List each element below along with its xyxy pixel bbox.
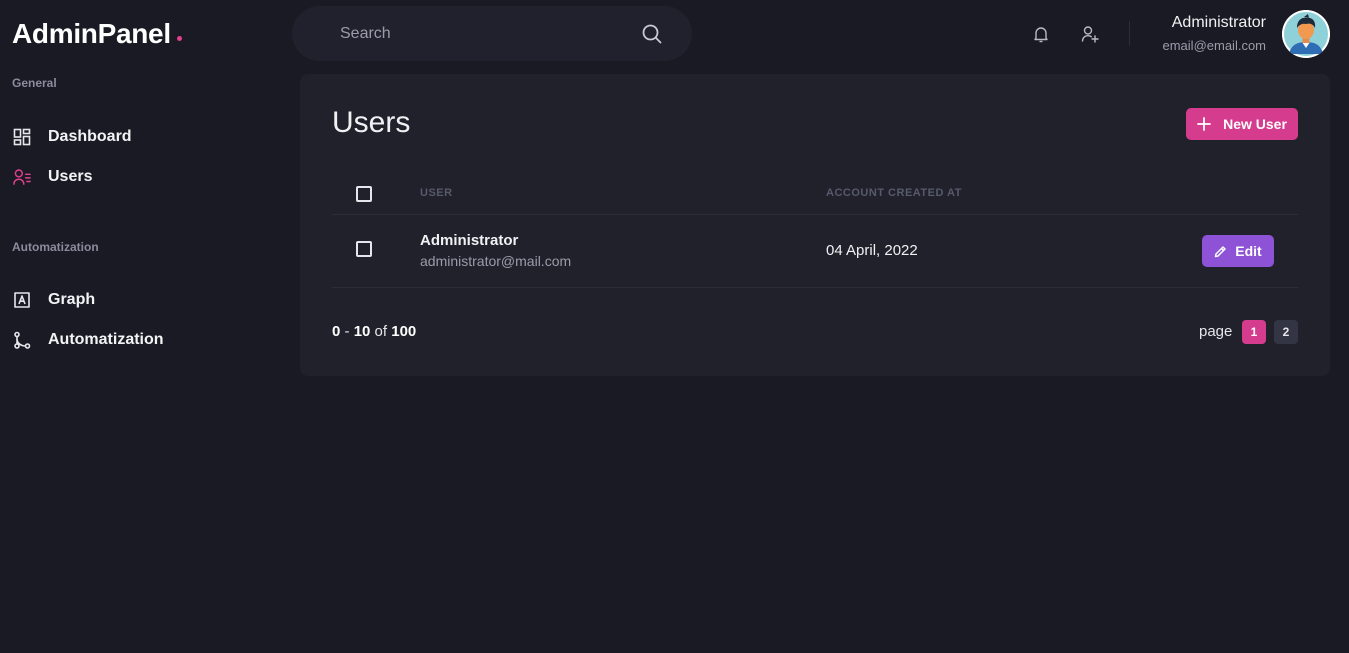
sidebar-item-label: Automatization [48, 331, 164, 348]
logo-text: AdminPanel [12, 18, 171, 49]
table-divider [332, 214, 1298, 215]
pencil-icon [1215, 245, 1227, 257]
sidebar-section-general: General [12, 76, 57, 90]
user-name: Administrator [1171, 14, 1266, 31]
sidebar-item-label: Dashboard [48, 128, 132, 145]
add-user-icon[interactable] [1080, 24, 1100, 44]
range-end: 10 [353, 323, 371, 340]
created-at-cell: 04 April, 2022 [826, 242, 918, 259]
avatar[interactable] [1282, 10, 1330, 58]
logo-dot [176, 36, 182, 41]
user-name-cell: Administrator [420, 232, 519, 249]
select-all-checkbox[interactable] [356, 186, 372, 202]
automatization-icon [12, 330, 32, 350]
page-button-1[interactable]: 1 [1242, 320, 1266, 344]
edit-button[interactable]: Edit [1202, 235, 1274, 267]
search-icon[interactable] [642, 24, 662, 44]
sidebar-section-automatization: Automatization [12, 240, 99, 254]
row-checkbox[interactable] [356, 241, 372, 257]
sidebar-item-dashboard[interactable]: Dashboard [12, 127, 132, 147]
column-header-user: USER [420, 187, 453, 199]
new-user-label: New User [1223, 116, 1287, 132]
users-icon [12, 167, 32, 187]
dashboard-icon [12, 127, 32, 147]
logo[interactable]: AdminPanel [12, 18, 182, 50]
header-divider [1129, 21, 1130, 46]
users-panel: Users New User USER ACCOUNT CREATED AT A… [300, 74, 1330, 376]
user-email-cell: administrator@mail.com [420, 253, 572, 269]
app-root: AdminPanel General Dashboard Users Autom… [0, 0, 1349, 653]
new-user-button[interactable]: New User [1186, 108, 1298, 140]
plus-icon [1197, 117, 1211, 131]
of-label: of [374, 323, 388, 340]
total-count: 100 [391, 323, 417, 340]
sidebar-item-graph[interactable]: Graph [12, 290, 95, 310]
bell-icon[interactable] [1031, 24, 1051, 44]
graph-icon [12, 290, 32, 310]
sidebar-item-users[interactable]: Users [12, 167, 92, 187]
search-input[interactable] [340, 24, 642, 43]
range-separator: - [344, 323, 350, 340]
table-divider [332, 287, 1298, 288]
sidebar-item-label: Graph [48, 291, 96, 308]
page-button-2[interactable]: 2 [1274, 320, 1298, 344]
search-bar [292, 6, 692, 61]
pagination-info: 0 - 10 of 100 [332, 323, 416, 340]
sidebar-item-label: Users [48, 168, 93, 185]
sidebar-item-automatization[interactable]: Automatization [12, 330, 164, 350]
page-title: Users [332, 106, 411, 139]
range-start: 0 [332, 323, 341, 340]
column-header-created-at: ACCOUNT CREATED AT [826, 187, 962, 199]
edit-label: Edit [1235, 243, 1262, 259]
user-email: email@email.com [1162, 38, 1267, 53]
page-label: page [1199, 323, 1233, 340]
